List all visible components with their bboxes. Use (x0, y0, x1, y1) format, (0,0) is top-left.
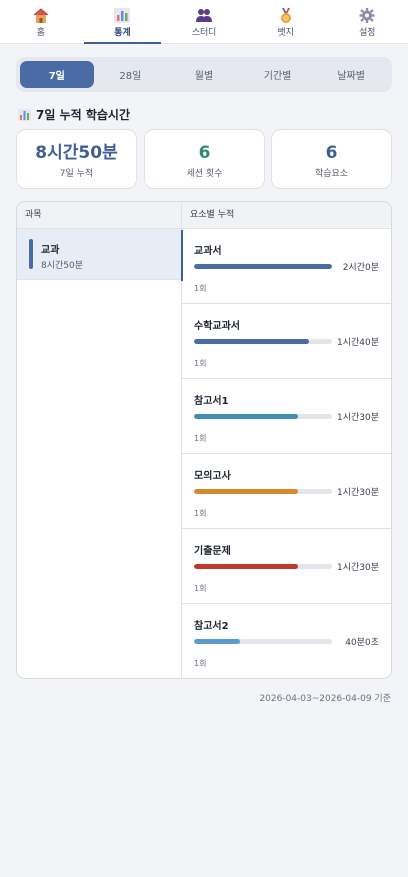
item-name: 참고서2 (194, 621, 229, 632)
progress-track (194, 489, 332, 494)
medal-icon (280, 8, 291, 23)
nav-label-study: 스터디 (191, 28, 217, 38)
element-list: 교과서 2시간0분 1회 수학교과서 1시간40분 1회 참고서1 1시간30분… (182, 229, 391, 678)
stat-card-total-time: 8시간50분 7일 누적 (16, 129, 137, 189)
item-duration: 1시간30분 (336, 413, 379, 423)
progress-fill (194, 264, 332, 269)
nav-label-home: 홈 (36, 28, 45, 38)
breakdown-panel: 과목 교과 8시간50분 요소별 누적 교과서 2시간0분 1회 수학교과서 1… (16, 201, 392, 679)
progress-track (194, 414, 332, 419)
nav-label-settings: 설정 (359, 28, 376, 38)
top-navigation: 홈 통계 스터디 뱃지 설정 (0, 0, 408, 44)
item-duration: 2시간0분 (342, 263, 379, 273)
item-duration: 1시간30분 (336, 563, 379, 573)
subject-time: 8시간50분 (41, 261, 84, 271)
list-item[interactable]: 수학교과서 1시간40분 1회 (182, 304, 391, 379)
item-count: 1회 (194, 284, 207, 293)
item-count: 1회 (194, 434, 207, 443)
item-count: 1회 (194, 659, 207, 668)
nav-label-badge: 뱃지 (277, 28, 294, 38)
progress-fill (194, 639, 240, 644)
stat-value: 8시간50분 (35, 143, 118, 163)
item-name: 수학교과서 (194, 321, 240, 332)
list-item[interactable]: 참고서2 40분0초 1회 (182, 604, 391, 678)
item-duration: 40분0초 (345, 638, 379, 648)
nav-item-badge[interactable]: 뱃지 (245, 0, 327, 43)
progress-fill (194, 564, 298, 569)
nav-item-settings[interactable]: 설정 (326, 0, 408, 43)
tab-28days[interactable]: 28일 (94, 61, 168, 88)
bar-chart-icon (114, 8, 131, 23)
nav-item-stats[interactable]: 통계 (82, 0, 164, 44)
stat-value: 6 (325, 143, 338, 163)
progress-track (194, 264, 332, 269)
subject-item-textbook[interactable]: 교과 8시간50분 (17, 229, 181, 280)
progress-fill (194, 489, 298, 494)
subject-column-header: 과목 (17, 202, 181, 229)
item-duration: 1시간30분 (336, 488, 379, 498)
period-tabs: 7일 28일 월별 기간별 날짜별 (16, 57, 392, 92)
list-item[interactable]: 모의고사 1시간30분 1회 (182, 454, 391, 529)
date-range-note: 2026-04-03~2026-04-09 기준 (259, 694, 391, 704)
section-title-text: 7일 누적 학습시간 (36, 108, 130, 122)
subject-name: 교과 (41, 245, 60, 256)
list-item[interactable]: 교과서 2시간0분 1회 (182, 229, 391, 304)
list-item[interactable]: 기출문제 1시간30분 1회 (182, 529, 391, 604)
stat-card-elements: 6 학습요소 (271, 129, 392, 189)
item-duration: 1시간40분 (336, 338, 379, 348)
tab-by-range[interactable]: 기간별 (241, 61, 315, 88)
nav-item-study[interactable]: 스터디 (163, 0, 245, 43)
gear-icon (359, 8, 375, 23)
tab-by-date[interactable]: 날짜별 (314, 61, 388, 88)
people-icon (195, 9, 212, 22)
stat-value: 6 (198, 143, 211, 163)
section-title: 7일 누적 학습시간 (18, 106, 130, 123)
bar-chart-icon (18, 108, 31, 121)
item-name: 교과서 (194, 246, 222, 257)
stat-label: 학습요소 (314, 169, 349, 179)
subject-color-bar (29, 239, 33, 269)
tab-7days[interactable]: 7일 (20, 61, 94, 88)
stat-card-sessions: 6 세션 횟수 (144, 129, 265, 189)
stat-label: 7일 누적 (59, 169, 94, 179)
item-name: 모의고사 (194, 471, 231, 482)
list-item[interactable]: 참고서1 1시간30분 1회 (182, 379, 391, 454)
progress-track (194, 564, 332, 569)
stat-label: 세션 횟수 (186, 169, 223, 179)
house-icon (33, 8, 49, 23)
item-count: 1회 (194, 584, 207, 593)
item-name: 참고서1 (194, 396, 229, 407)
progress-fill (194, 414, 298, 419)
item-count: 1회 (194, 509, 207, 518)
nav-item-home[interactable]: 홈 (0, 0, 82, 43)
element-column: 요소별 누적 교과서 2시간0분 1회 수학교과서 1시간40분 1회 참고서1… (182, 202, 391, 678)
progress-fill (194, 339, 309, 344)
progress-track (194, 339, 332, 344)
subject-column: 과목 교과 8시간50분 (17, 202, 182, 678)
nav-label-stats: 통계 (114, 28, 131, 38)
progress-track (194, 639, 332, 644)
item-count: 1회 (194, 359, 207, 368)
element-column-header: 요소별 누적 (182, 202, 391, 229)
tab-monthly[interactable]: 월별 (167, 61, 241, 88)
item-name: 기출문제 (194, 546, 231, 557)
